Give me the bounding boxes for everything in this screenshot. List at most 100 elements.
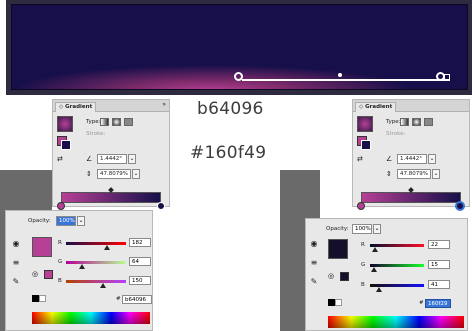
g-slider-thumb[interactable] [79,264,85,269]
stroke-label: Stroke: [86,131,106,137]
aspect-ratio-icon: ⇕ [86,170,92,178]
r-label: R [58,240,62,246]
r-value-field[interactable]: 182 [129,238,151,247]
eyedropper-icon[interactable]: ✎ [10,277,22,287]
angle-field[interactable]: 1.4442° [97,154,127,164]
navy-hex-label: #160f49 [190,143,267,163]
radial-type-button[interactable] [112,118,121,126]
aspect-ratio-field[interactable]: 47.8079% [397,169,431,179]
stroke-toggle-icon[interactable]: ◎ [32,270,38,278]
stroke-color-icon[interactable] [361,140,371,150]
g-value-field[interactable]: 64 [129,257,151,266]
opacity-field[interactable]: 100% [56,216,76,226]
r-value-field[interactable]: 22 [428,240,450,249]
stroke-toggle-icon[interactable]: ◎ [328,272,334,280]
b-label: B [58,278,62,284]
swatches-icon[interactable]: ≡ [308,258,320,268]
tab-gradient[interactable]: ◇ Gradient [55,102,97,112]
b-slider-thumb[interactable] [100,283,106,288]
g-label: G [361,262,366,268]
aspect-ratio-dropdown[interactable]: ⌄ [132,169,140,179]
freeform-type-button[interactable] [124,118,133,126]
gradient-resize-handle[interactable] [444,74,450,80]
eyedropper-icon[interactable]: ✎ [308,277,320,287]
white-swatch[interactable] [39,295,46,302]
r-label: R [361,242,365,248]
fill-indicator[interactable] [340,272,349,281]
opacity-field[interactable]: 100% [352,224,372,234]
gradient-canvas [11,4,468,90]
black-swatch[interactable] [32,295,39,302]
b-value-field[interactable]: 41 [428,280,450,289]
reverse-gradient-icon[interactable]: ⇄ [357,155,363,163]
g-slider-thumb[interactable] [371,267,377,272]
aspect-ratio-field[interactable]: 47.8079% [97,169,131,179]
angle-dropdown[interactable]: ⌄ [128,154,136,164]
magenta-hex-label: b64096 [197,99,264,119]
stroke-color-icon[interactable] [61,140,71,150]
gradient-stop-magenta[interactable] [357,202,365,210]
gradient-swatch[interactable] [57,116,73,132]
gradient-panel-left: ◇ Gradient » Type: Stroke: ⇄ ∠ 1.4442° ⌄… [52,99,170,210]
gradient-slider[interactable] [61,192,161,203]
reverse-gradient-icon[interactable]: ⇄ [57,155,63,163]
color-panel-left: Opacity: 100% ⌄ ◉ ≡ ✎ ◎ R 182 G 64 B 150… [5,210,153,331]
gradient-stop-navy[interactable] [157,202,165,210]
g-slider[interactable] [66,261,126,264]
linear-type-button[interactable] [400,118,409,126]
hash-label: # [419,300,424,306]
r-slider[interactable] [66,242,126,245]
color-spectrum[interactable] [328,316,464,328]
current-fill-swatch[interactable] [328,239,348,259]
panel-tab-bar: ◇ Gradient » [53,100,169,112]
linear-type-button[interactable] [100,118,109,126]
gradient-midpoint-dot[interactable] [338,73,342,77]
gradient-slider[interactable] [361,192,461,203]
opacity-label: Opacity: [28,218,51,224]
hash-label: # [116,296,121,302]
g-label: G [58,259,63,265]
opacity-dropdown[interactable]: ⌄ [77,216,85,226]
freeform-type-button[interactable] [424,118,433,126]
r-slider-thumb[interactable] [372,247,378,252]
tab-gradient[interactable]: ◇ Gradient [355,102,397,112]
color-panel-right: Opacity: 100% ⌄ ◉ ≡ ✎ ◎ R 22 G 15 B 41 #… [305,218,468,331]
aspect-ratio-dropdown[interactable]: ⌄ [432,169,440,179]
r-slider-thumb[interactable] [104,245,110,250]
gradient-swatch[interactable] [357,116,373,132]
b-slider-thumb[interactable] [376,287,382,292]
palette-icon[interactable]: ◉ [308,239,320,249]
color-spectrum[interactable] [32,312,150,324]
type-label: Type: [386,119,401,125]
b-slider[interactable] [66,280,126,283]
hex-field[interactable]: b64096 [122,295,152,304]
gradient-stop-navy-selected[interactable] [455,201,465,211]
gradient-annotator-line[interactable] [242,79,450,81]
swatches-icon[interactable]: ≡ [10,258,22,268]
b-label: B [361,282,365,288]
panel-collapse-icon[interactable]: » [162,101,166,108]
gradient-preview-banner [6,0,472,95]
angle-dropdown[interactable]: ⌄ [428,154,436,164]
r-slider[interactable] [370,244,424,247]
opacity-label: Opacity: [326,226,349,232]
black-swatch[interactable] [328,299,335,306]
angle-icon: ∠ [386,155,393,163]
b-value-field[interactable]: 150 [129,276,151,285]
stroke-label: Stroke: [386,131,406,137]
panel-tab-bar: ◇ Gradient [353,100,469,112]
current-fill-swatch[interactable] [32,237,52,257]
fill-indicator[interactable] [44,270,53,279]
white-swatch[interactable] [335,299,342,306]
g-slider[interactable] [370,264,424,267]
aspect-ratio-icon: ⇕ [386,170,392,178]
radial-type-button[interactable] [412,118,421,126]
palette-icon[interactable]: ◉ [10,239,22,249]
g-value-field[interactable]: 15 [428,260,450,269]
hex-field[interactable]: 160f29 [425,299,451,308]
gradient-stop-magenta[interactable] [57,202,65,210]
gradient-panel-right: ◇ Gradient Type: Stroke: ⇄ ∠ 1.4442° ⌄ ⇕… [352,99,470,211]
opacity-dropdown[interactable]: ⌄ [373,224,381,234]
gradient-origin-handle[interactable] [234,72,243,81]
angle-field[interactable]: 1.4442° [397,154,427,164]
